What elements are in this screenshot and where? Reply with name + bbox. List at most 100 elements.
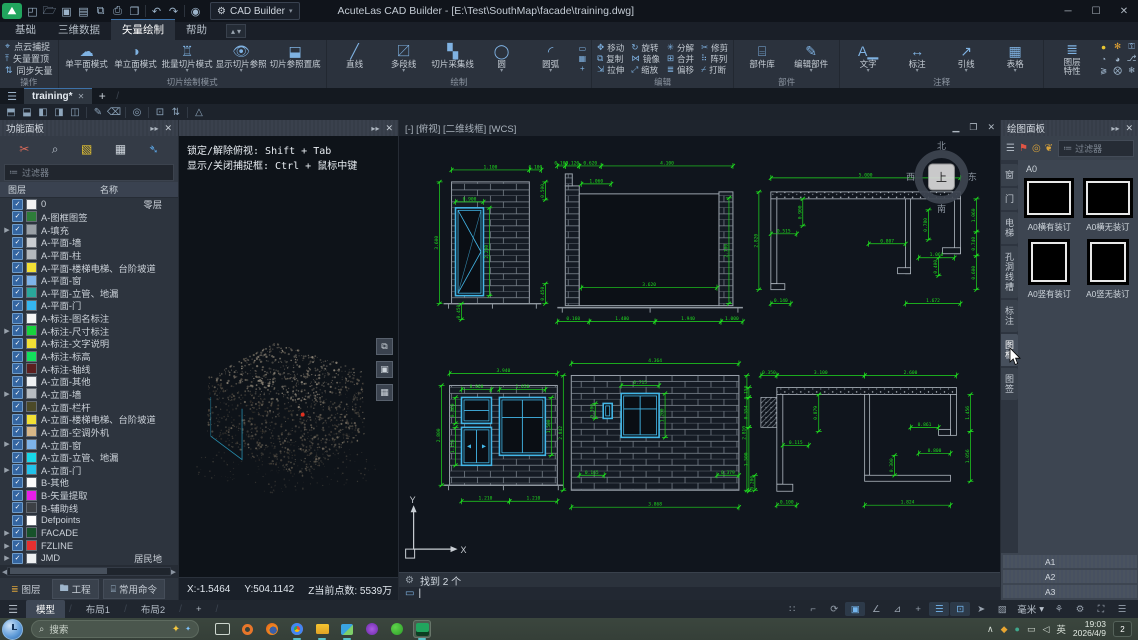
caret-down-icon[interactable]: ▾ [237,27,241,36]
browser-nightly-icon[interactable] [238,620,256,638]
layer-walk-icon[interactable]: ⎇ [1126,53,1137,64]
layer-color-swatch[interactable] [26,199,37,210]
hatch-tool-button[interactable]: ▦ [579,54,587,63]
horizontal-scrollbar[interactable]: ◀ ▶ [0,565,178,578]
taskbar-search[interactable]: ⌕ 搜索 ✦ ✦ [31,620,199,638]
crosshair-toggle[interactable]: + [908,602,928,616]
layer-color-swatch[interactable] [26,249,37,260]
paint-icon[interactable]: ✎ [90,107,106,118]
layer-visible-checkbox[interactable]: ✓ [12,515,23,526]
command-input-line[interactable]: ▭ | [399,587,1001,600]
cad-app-icon[interactable] [413,620,431,638]
expand-icon[interactable]: ▶ [2,440,12,448]
view-front-icon[interactable]: ⬓ [19,107,35,118]
layer-visible-checkbox[interactable]: ✓ [12,502,23,513]
layer-visible-checkbox[interactable]: ✓ [12,540,23,551]
expand-icon[interactable]: ▶ [2,390,12,398]
ribbon-tab-帮助[interactable]: 帮助 [175,20,218,40]
dyn-input-toggle[interactable]: ⊿ [887,602,907,616]
chrome-icon[interactable] [288,620,306,638]
layer-color-swatch[interactable] [26,275,37,286]
sync-vector-button[interactable]: ⇅同步矢量 [5,65,53,76]
category-tab-窗[interactable]: 窗 [1001,164,1018,186]
layer-color-swatch[interactable] [26,376,37,387]
customize-icon[interactable]: ☰ [1112,602,1132,616]
display-icon[interactable]: ▭ [1027,624,1036,635]
target-icon[interactable]: ◎ [1032,143,1041,154]
save-as-icon[interactable]: ▤ [75,3,92,19]
layer-row[interactable]: ✓A-立面-空调外机 [0,426,178,439]
fit-view-icon[interactable]: ▣ [376,361,393,378]
scroll-right-icon[interactable]: ▶ [171,568,176,576]
layer-row[interactable]: ▶✓FZLINE [0,539,178,552]
layer-row[interactable]: ▶✓A-立面-墙 [0,388,178,401]
ortho-toggle[interactable]: ⌐ [803,602,823,616]
layer-visible-checkbox[interactable]: ✓ [12,275,23,286]
layer-visible-checkbox[interactable]: ✓ [12,338,23,349]
block-card[interactable]: A0横有装订 [1024,178,1075,233]
show-slice-ref-button[interactable]: 👁显示切片参照▾ [216,42,267,76]
angle-snap-toggle[interactable]: ∠ [866,602,886,616]
layer-color-swatch[interactable] [26,237,37,248]
annotation-toggle[interactable]: ▨ [992,602,1012,616]
trim-button[interactable]: ✂修剪 [701,43,728,53]
layer-row[interactable]: ▶✓JMD居民地 [0,552,178,565]
layer-visible-checkbox[interactable]: ✓ [12,351,23,362]
block-card[interactable]: A0横无装订 [1083,178,1134,233]
layer-row[interactable]: ▶✓FACADE [0,527,178,540]
table-icon[interactable]: ▦ [115,142,126,156]
expand-icon[interactable]: ▶ [2,327,12,335]
workspace-selector[interactable]: ⚙ CAD Builder ▾ [210,2,300,20]
pin-icon[interactable]: ▸▸ [371,124,379,133]
layer-row[interactable]: ▶✓A-立面-窗 [0,438,178,451]
leader-button[interactable]: ↗引线▾ [943,42,989,76]
app-logo-icon[interactable]: ⛰ [2,3,22,19]
layer-color-swatch[interactable] [26,211,37,222]
osnap-toggle[interactable]: ▣ [845,602,865,616]
annot-scale-icon[interactable]: ⚘ [1049,602,1069,616]
status-menu-icon[interactable]: ☰ [0,603,26,616]
layer-color-swatch[interactable] [26,262,37,273]
ribbon-tab-三维数据[interactable]: 三维数据 [47,20,111,40]
maximize-button[interactable]: ☐ [1082,0,1110,22]
expand-icon[interactable]: ▶ [2,554,12,562]
layer-color-swatch[interactable] [26,224,37,235]
new-document-tab-button[interactable]: + [92,88,112,104]
layer-visible-checkbox[interactable]: ✓ [12,439,23,450]
layer-on-icon[interactable]: ● [1098,42,1109,52]
layer-color-swatch[interactable] [26,477,37,488]
green-chat-icon[interactable] [388,620,406,638]
layer-row[interactable]: ✓A-平面-墙 [0,236,178,249]
rotate-button[interactable]: ↻旋转 [631,43,660,53]
network-icon[interactable]: ● [1015,624,1020,634]
point-tool-button[interactable]: + [579,64,587,73]
dimension-button[interactable]: ↔标注▾ [894,42,940,76]
category-tab-孔洞线槽[interactable]: 孔洞线槽 [1001,246,1018,298]
widgets-app-icon[interactable] [213,620,231,638]
image-edit-icon[interactable]: ▧ [81,142,92,156]
layer-isolate-icon[interactable]: ◕ [1112,54,1123,64]
stretch-button[interactable]: ⇲拉伸 [597,65,624,75]
layer-delete-icon[interactable]: ⨂ [1112,65,1123,76]
collapsed-group-A2[interactable]: A2 [1003,570,1137,583]
collapsed-group-A1[interactable]: A1 [1003,555,1137,568]
layer-row[interactable]: ✓B-其他 [0,476,178,489]
cloud-layers-icon[interactable]: ▦ [376,384,393,401]
layer-row[interactable]: ✓A-标注-图名标注 [0,312,178,325]
snap-frame-icon[interactable]: ⊡ [152,107,168,118]
layer-color-swatch[interactable] [26,502,37,513]
viewport-label[interactable]: [-] [俯视] [二维线框] [WCS] [405,121,516,135]
capture-icon[interactable]: ❐ [126,3,143,19]
layer-row[interactable]: ✓A-立面-其他 [0,375,178,388]
layer-filter-input[interactable]: ≔ 过滤器 [4,164,174,181]
layer-color-swatch[interactable] [26,515,37,526]
offset-button[interactable]: ≣偏移 [667,65,694,75]
caret-up-icon[interactable]: ▴ [231,27,235,36]
minimize-button[interactable]: ─ [1054,0,1082,22]
undo-icon[interactable]: ↶ [148,3,165,19]
lineweight-toggle[interactable]: ☰ [929,602,949,616]
layer-color-swatch[interactable] [26,426,37,437]
block-filter-input[interactable]: ≔ 过滤器 [1058,140,1134,157]
layer-color-swatch[interactable] [26,490,37,501]
layer-row[interactable]: ✓Defpoints [0,514,178,527]
